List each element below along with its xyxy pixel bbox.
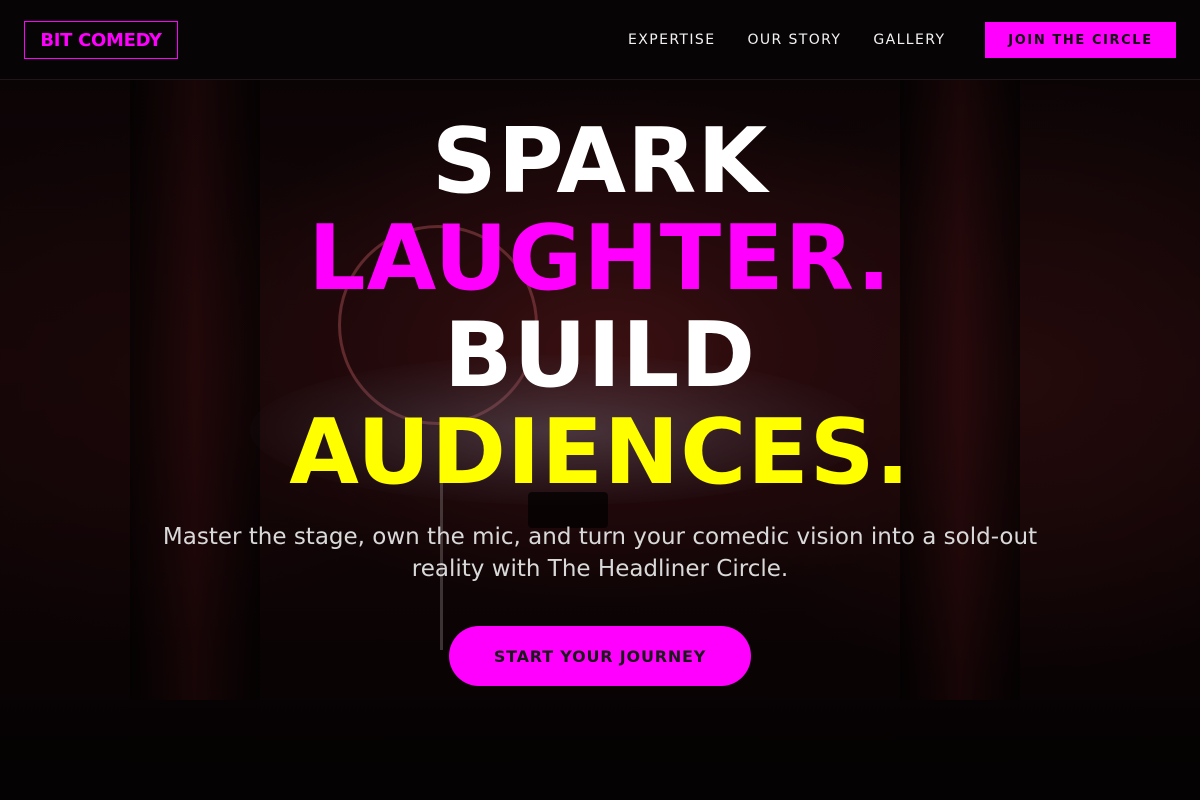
headline-line-build: BUILD	[443, 303, 757, 408]
headline-line-audiences: AUDIENCES.	[289, 400, 911, 505]
hero-section: SPARK LAUGHTER. BUILD AUDIENCES. Master …	[0, 80, 1200, 800]
nav-link-gallery[interactable]: GALLERY	[873, 32, 945, 48]
hero-headline: SPARK LAUGHTER. BUILD AUDIENCES.	[0, 113, 1200, 501]
nav-link-our-story[interactable]: OUR STORY	[747, 32, 841, 48]
start-your-journey-button[interactable]: START YOUR JOURNEY	[449, 626, 751, 686]
headline-line-spark: SPARK	[431, 109, 769, 214]
page: BIT COMEDY EXPERTISE OUR STORY GALLERY J…	[0, 0, 1200, 800]
nav-links: EXPERTISE OUR STORY GALLERY	[612, 0, 961, 80]
headline-line-laughter: LAUGHTER.	[308, 206, 892, 311]
nav-link-expertise[interactable]: EXPERTISE	[628, 32, 715, 48]
hero-subheading: Master the stage, own the mic, and turn …	[162, 524, 1038, 582]
navbar: BIT COMEDY EXPERTISE OUR STORY GALLERY J…	[0, 0, 1200, 80]
logo[interactable]: BIT COMEDY	[24, 21, 178, 59]
join-the-circle-button[interactable]: JOIN THE CIRCLE	[985, 22, 1176, 58]
